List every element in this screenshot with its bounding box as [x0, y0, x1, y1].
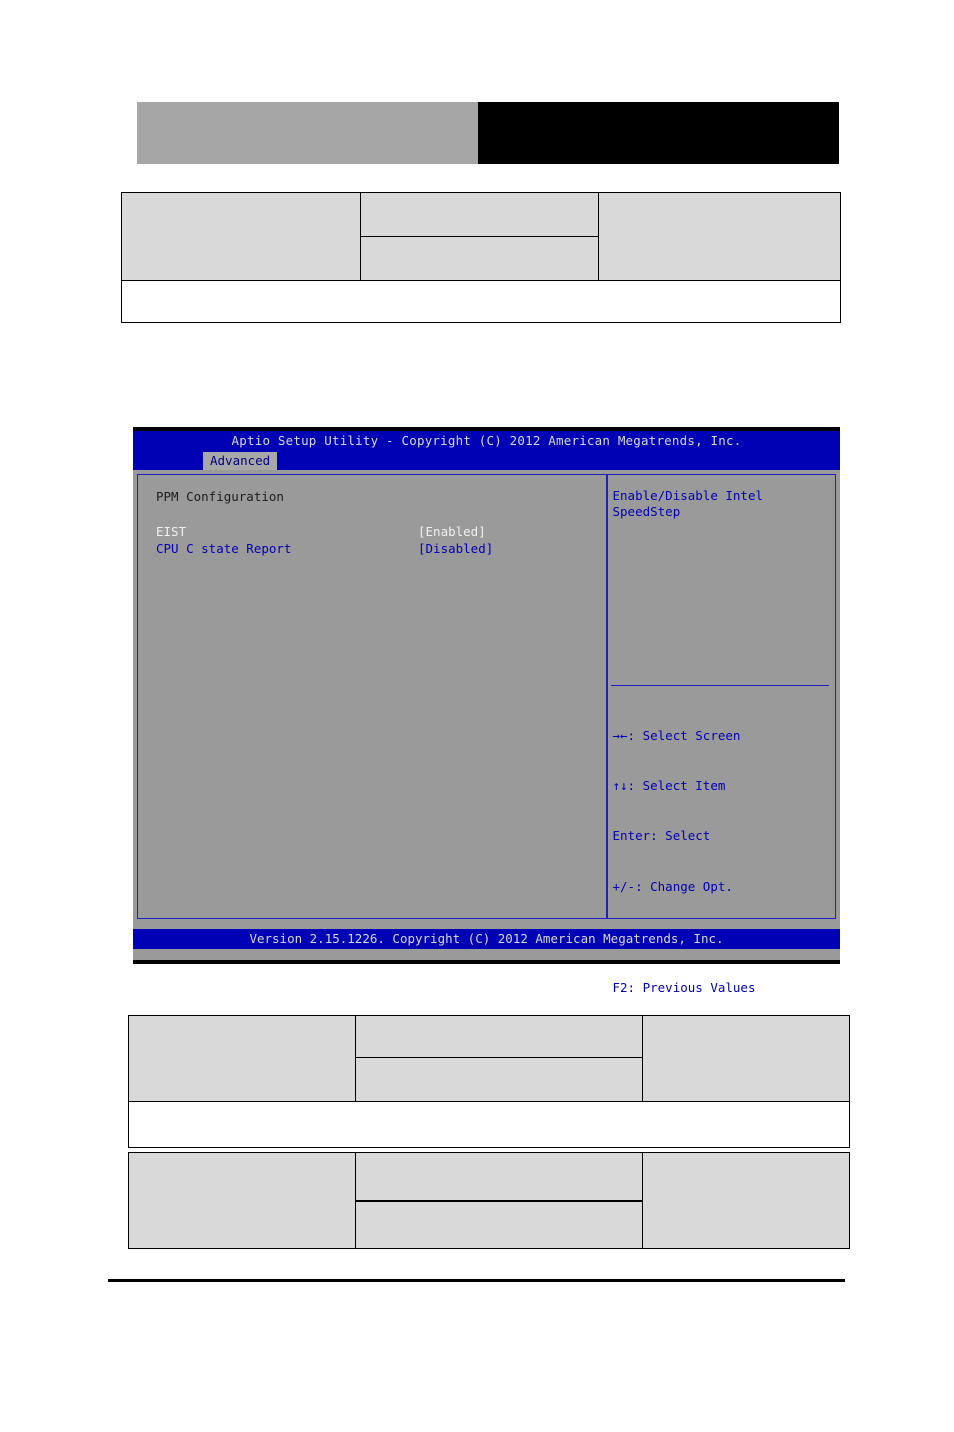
header-block-black	[478, 102, 839, 164]
table-row	[128, 1152, 850, 1249]
table-cell-option	[360, 236, 599, 281]
bios-help-separator	[610, 685, 829, 687]
table-cell-note	[121, 280, 841, 323]
lower-spec-table-b	[128, 1152, 850, 1249]
key-legend-select-item: ↑↓: Select Item	[612, 777, 726, 793]
table-cell-feature	[128, 1015, 356, 1102]
bios-option-label: CPU C state Report	[156, 541, 292, 556]
key-legend-enter-select: Enter: Select	[612, 828, 711, 844]
table-cell-feature	[121, 192, 361, 281]
bios-title-bar: Aptio Setup Utility - Copyright (C) 2012…	[133, 431, 840, 451]
table-row	[128, 1101, 850, 1148]
bios-option-value[interactable]: [Enabled]	[418, 523, 486, 540]
bios-option-row-cpu-c-state-report[interactable]: CPU C state Report [Disabled]	[156, 540, 606, 557]
table-cell-description	[598, 192, 841, 281]
page-header-blocks	[137, 102, 839, 164]
table-row	[121, 280, 841, 323]
bios-option-row-eist[interactable]: EIST [Enabled]	[156, 523, 606, 540]
bios-help-text: Enable/Disable Intel SpeedStep	[612, 488, 771, 519]
lower-spec-table-a	[128, 1015, 850, 1148]
table-row	[121, 192, 841, 281]
table-cell-option	[355, 1057, 643, 1102]
header-block-gray	[137, 102, 478, 164]
bios-setup-screen: Aptio Setup Utility - Copyright (C) 2012…	[133, 427, 840, 1146]
bios-section-title: PPM Configuration	[156, 489, 284, 504]
table-cell-note	[128, 1101, 850, 1148]
table-cell-option	[355, 1152, 643, 1202]
footer-rule	[108, 1279, 845, 1282]
bios-version-bar: Version 2.15.1226. Copyright (C) 2012 Am…	[133, 929, 840, 949]
table-row	[128, 1015, 850, 1102]
key-legend-change-opt: +/-: Change Opt.	[612, 878, 733, 894]
table-cell-feature	[128, 1152, 356, 1249]
table-cell-description	[642, 1015, 850, 1102]
bios-tab-bar: Advanced	[133, 451, 840, 470]
key-legend-select-screen: →←: Select Screen	[612, 727, 741, 743]
table-cell-option	[355, 1015, 643, 1058]
bios-option-value[interactable]: [Disabled]	[418, 540, 493, 557]
bios-help-pane: Enable/Disable Intel SpeedStep →←: Selec…	[608, 475, 834, 1146]
key-legend-previous-values: F2: Previous Values	[612, 979, 756, 995]
table-cell-option	[360, 192, 599, 237]
table-cell-option	[355, 1200, 643, 1249]
table-cell-description	[642, 1152, 850, 1249]
tab-advanced[interactable]: Advanced	[203, 452, 278, 470]
bios-body: PPM Configuration EIST [Enabled] CPU C s…	[137, 474, 836, 1146]
bios-options-pane: PPM Configuration EIST [Enabled] CPU C s…	[138, 475, 606, 918]
bios-option-label: EIST	[156, 524, 187, 539]
bios-screen-inner: Aptio Setup Utility - Copyright (C) 2012…	[133, 431, 840, 1146]
upper-spec-table	[121, 192, 841, 323]
